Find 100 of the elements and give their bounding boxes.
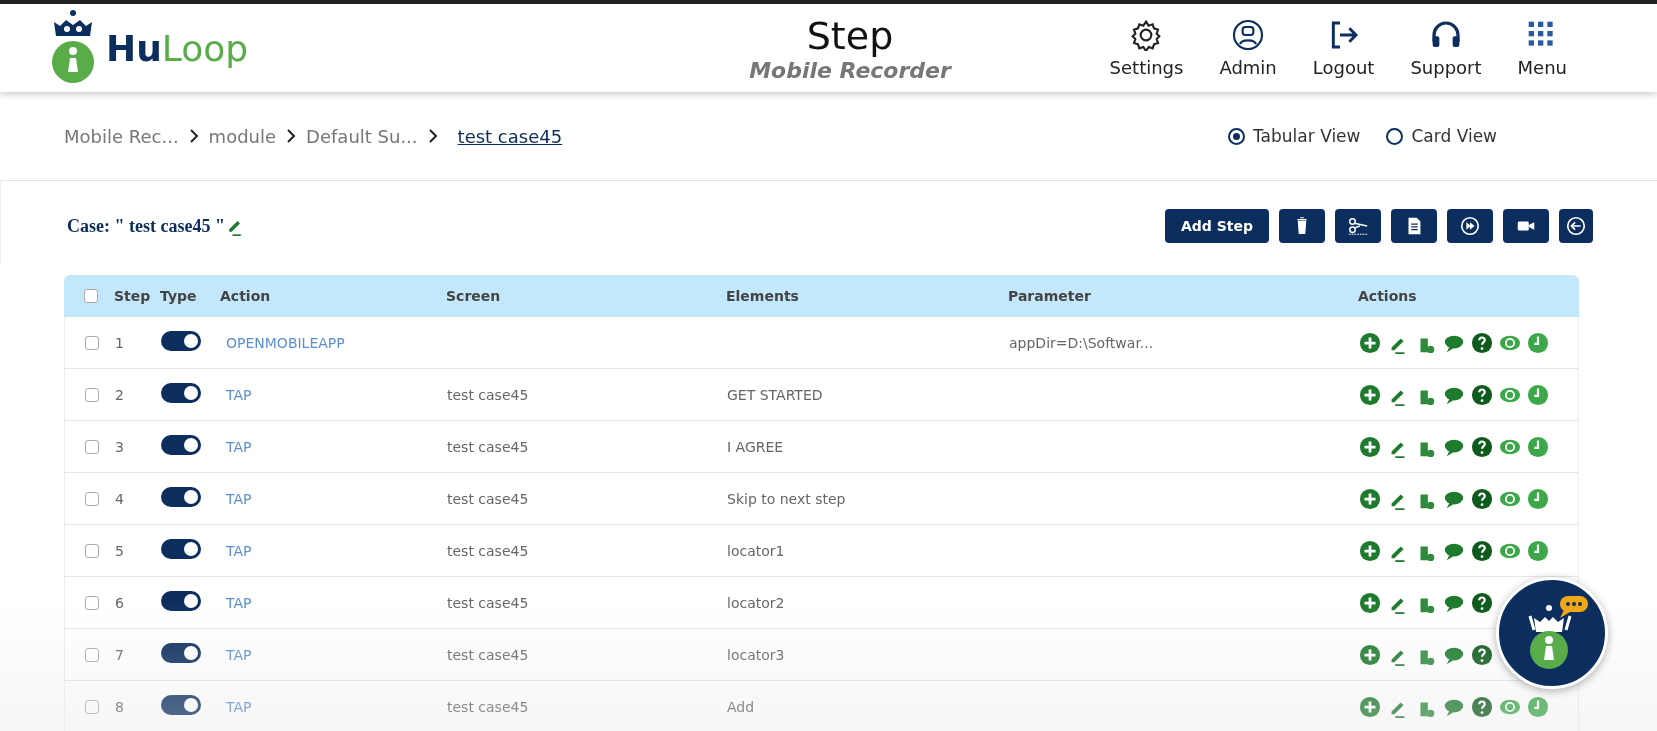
clock-icon[interactable] <box>1527 331 1549 354</box>
row-checkbox[interactable] <box>85 387 99 402</box>
chevron-right-icon <box>427 129 438 143</box>
nav-button[interactable]: Settings <box>1109 18 1184 78</box>
view-radio-option[interactable]: Card View <box>1386 126 1497 146</box>
breadcrumb-link[interactable]: module <box>208 125 277 147</box>
add-step-button[interactable]: Add Step <box>1164 209 1269 243</box>
toggle-switch[interactable] <box>161 487 201 507</box>
chatbot-button[interactable] <box>1496 577 1608 689</box>
table-cell: test case45 <box>447 646 529 663</box>
breadcrumb-link[interactable]: Default Su... <box>306 125 418 147</box>
toolbar-button[interactable] <box>1391 209 1437 243</box>
toggle-switch[interactable] <box>161 643 201 663</box>
row-checkbox[interactable] <box>85 647 99 662</box>
column-header: Step <box>114 288 152 304</box>
breadcrumb-link[interactable]: test case45 <box>457 125 563 147</box>
action-link[interactable]: OPENMOBILEAPP <box>221 334 345 351</box>
table-cell: Add <box>727 698 755 715</box>
column-header: Screen <box>446 288 502 304</box>
question-icon[interactable] <box>1471 331 1493 354</box>
robot-logo-icon <box>50 10 96 86</box>
clock-icon[interactable] <box>1527 539 1549 562</box>
step-number: 6 <box>115 594 125 611</box>
chevron-right-icon <box>188 129 199 143</box>
action-link[interactable]: TAP <box>221 438 252 455</box>
toolbar-button[interactable] <box>1559 209 1593 243</box>
nav-button[interactable]: Logout <box>1312 18 1375 78</box>
clock-icon[interactable] <box>1527 435 1549 458</box>
table-cell: GET STARTED <box>727 386 823 403</box>
column-header: Actions <box>1358 288 1418 304</box>
add-icon[interactable] <box>1359 331 1381 354</box>
row-checkbox[interactable] <box>85 439 99 454</box>
action-link[interactable]: TAP <box>221 490 252 507</box>
step-number: 1 <box>115 334 125 351</box>
add-icon[interactable] <box>1359 539 1381 562</box>
add-icon[interactable] <box>1359 383 1381 406</box>
question-icon[interactable] <box>1471 487 1493 510</box>
table-cell: test case45 <box>447 490 529 507</box>
action-link[interactable]: TAP <box>221 386 252 403</box>
action-link[interactable]: TAP <box>221 594 252 611</box>
scissors-icon <box>1347 215 1369 237</box>
toggle-switch[interactable] <box>161 591 201 611</box>
question-icon[interactable] <box>1471 539 1493 562</box>
column-header: Parameter <box>1008 288 1092 304</box>
question-icon[interactable] <box>1471 435 1493 458</box>
add-icon[interactable] <box>1359 487 1381 510</box>
table-cell: test case45 <box>447 542 529 559</box>
step-number: 5 <box>115 542 125 559</box>
table-cell: Skip to next step <box>727 490 846 507</box>
column-header: Type <box>160 288 198 304</box>
table-cell: I AGREE <box>727 438 784 455</box>
row-checkbox[interactable] <box>85 699 99 714</box>
row-checkbox[interactable] <box>85 491 99 506</box>
view-radio-option[interactable]: Tabular View <box>1228 126 1361 146</box>
clock-icon[interactable] <box>1527 487 1549 510</box>
step-number: 7 <box>115 646 125 663</box>
toggle-switch[interactable] <box>161 539 201 559</box>
add-icon[interactable] <box>1359 591 1381 614</box>
table-cell: locator1 <box>727 542 785 559</box>
toggle-switch[interactable] <box>161 435 201 455</box>
column-header: Action <box>220 288 272 304</box>
question-icon[interactable] <box>1471 383 1493 406</box>
question-icon[interactable] <box>1471 591 1493 614</box>
table-cell: test case45 <box>447 698 529 715</box>
chevron-right-icon <box>286 129 297 143</box>
select-all-checkbox[interactable] <box>84 289 98 303</box>
toggle-switch[interactable] <box>161 695 201 715</box>
row-checkbox[interactable] <box>85 543 99 558</box>
action-link[interactable]: TAP <box>221 646 252 663</box>
add-icon[interactable] <box>1359 643 1381 666</box>
toggle-switch[interactable] <box>161 331 201 351</box>
clock-icon[interactable] <box>1527 383 1549 406</box>
toolbar-button[interactable] <box>1279 209 1325 243</box>
fast-forward-icon <box>1459 215 1481 237</box>
question-icon[interactable] <box>1471 643 1493 666</box>
column-header: Elements <box>726 288 800 304</box>
page-subtitle: Mobile Recorder <box>749 57 951 83</box>
nav-button[interactable]: Menu <box>1517 18 1567 78</box>
step-number: 8 <box>115 698 125 715</box>
action-link[interactable]: TAP <box>221 542 252 559</box>
row-checkbox[interactable] <box>85 335 99 350</box>
table-cell: locator3 <box>727 646 785 663</box>
add-icon[interactable] <box>1359 695 1381 718</box>
nav-button[interactable]: Admin <box>1219 18 1277 78</box>
add-icon[interactable] <box>1359 435 1381 458</box>
toolbar-button[interactable] <box>1335 209 1381 243</box>
action-link[interactable]: TAP <box>221 698 252 715</box>
toolbar-button[interactable] <box>1447 209 1493 243</box>
step-number: 3 <box>115 438 125 455</box>
table-cell: test case45 <box>447 386 529 403</box>
toggle-switch[interactable] <box>161 383 201 403</box>
nav-button[interactable]: Support <box>1410 18 1482 78</box>
breadcrumb-link[interactable]: Mobile Rec... <box>64 125 179 147</box>
row-checkbox[interactable] <box>85 595 99 610</box>
table-cell: locator2 <box>727 594 785 611</box>
robot-avatar-icon <box>1232 18 1265 51</box>
table-cell: test case45 <box>447 594 529 611</box>
question-icon[interactable] <box>1471 695 1493 718</box>
case-title: Case: " test case45 " <box>67 215 225 237</box>
toolbar-button[interactable] <box>1503 209 1549 243</box>
